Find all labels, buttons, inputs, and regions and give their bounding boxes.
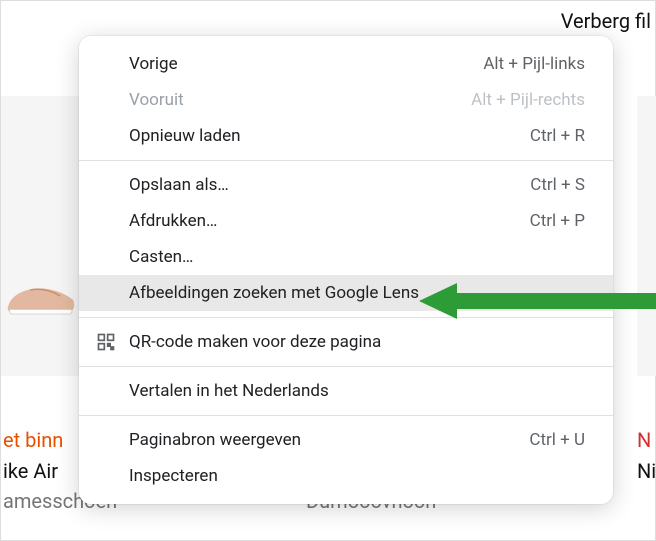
menu-label: Afdrukken… [129,211,514,231]
menu-separator [79,317,613,318]
menu-item-search-images-google-lens[interactable]: Afbeeldingen zoeken met Google Lens [79,275,613,311]
menu-item-back[interactable]: Vorige Alt + Pijl-links [79,46,613,82]
background-product-card-left [1,96,81,376]
menu-item-save-as[interactable]: Opslaan als… Ctrl + S [79,167,613,203]
menu-item-create-qr-code[interactable]: QR-code maken voor deze pagina [79,324,613,360]
menu-shortcut: Ctrl + P [530,211,585,231]
bg-text-promo: et binn [3,428,63,452]
menu-label: Casten… [129,247,585,267]
context-menu: Vorige Alt + Pijl-links Vooruit Alt + Pi… [79,36,613,504]
menu-item-inspect[interactable]: Inspecteren [79,458,613,494]
bg-text-title: ike Air [3,459,58,483]
menu-item-cast[interactable]: Casten… [79,239,613,275]
page-header-fragment: Verberg fil [1,1,655,39]
menu-label: QR-code maken voor deze pagina [129,332,585,352]
qr-code-icon [95,331,117,353]
menu-separator [79,160,613,161]
menu-shortcut: Ctrl + S [530,175,585,195]
menu-label: Vorige [129,54,467,74]
menu-shortcut: Ctrl + U [529,430,585,450]
menu-item-print[interactable]: Afdrukken… Ctrl + P [79,203,613,239]
menu-label: Vooruit [129,90,455,110]
menu-separator [79,366,613,367]
menu-shortcut: Ctrl + R [530,126,585,146]
menu-item-reload[interactable]: Opnieuw laden Ctrl + R [79,118,613,154]
menu-label: Paginabron weergeven [129,430,513,450]
menu-item-translate[interactable]: Vertalen in het Nederlands [79,373,613,409]
menu-label: Vertalen in het Nederlands [129,381,585,401]
bg-text-right-promo: N [637,428,651,452]
menu-label: Opslaan als… [129,175,514,195]
bg-text-right-title: Ni [637,459,656,483]
menu-shortcut: Alt + Pijl-rechts [471,90,585,110]
menu-item-view-source[interactable]: Paginabron weergeven Ctrl + U [79,422,613,458]
menu-separator [79,415,613,416]
menu-label: Afbeeldingen zoeken met Google Lens [129,283,585,303]
background-product-card-right [637,96,656,376]
product-thumbnail [4,261,79,331]
menu-label: Inspecteren [129,466,585,486]
menu-item-forward: Vooruit Alt + Pijl-rechts [79,82,613,118]
header-text: Verberg fil [561,9,651,33]
menu-shortcut: Alt + Pijl-links [483,54,585,74]
menu-label: Opnieuw laden [129,126,514,146]
